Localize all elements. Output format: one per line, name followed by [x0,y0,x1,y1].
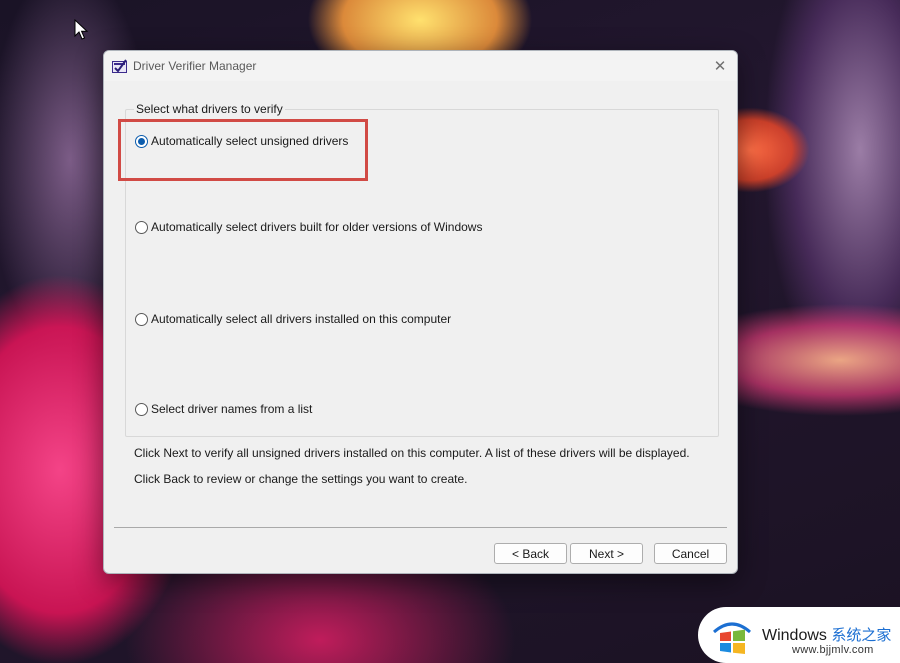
option-all-drivers[interactable]: Automatically select all drivers install… [135,312,451,326]
windows-logo-icon [713,622,751,654]
group-legend: Select what drivers to verify [134,102,285,116]
mouse-cursor-icon [74,19,89,40]
divider [114,527,727,528]
title-bar[interactable]: Driver Verifier Manager ✕ [104,51,737,81]
option-select-from-list[interactable]: Select driver names from a list [135,402,312,416]
option-label: Select driver names from a list [151,402,313,416]
driver-verifier-app-icon [112,59,127,73]
back-button[interactable]: < Back [494,543,567,564]
watermark-brand-cn: 系统之家 [831,627,892,644]
cancel-button[interactable]: Cancel [654,543,727,564]
close-icon: ✕ [713,58,727,75]
close-button[interactable]: ✕ [703,51,737,81]
info-text-next: Click Next to verify all unsigned driver… [134,446,690,460]
watermark-brand: Windows [762,627,827,644]
driver-verifier-dialog: Driver Verifier Manager ✕ Select what dr… [103,50,738,574]
next-button[interactable]: Next > [570,543,643,564]
watermark-title: Windows 系统之家 [762,624,891,645]
window-title: Driver Verifier Manager [133,59,257,73]
option-label: Automatically select all drivers install… [151,312,452,326]
radio-button[interactable] [135,220,148,234]
annotation-highlight-box [118,119,368,181]
watermark: Windows 系统之家 www.bjjmlv.com [698,607,900,663]
option-label: Automatically select drivers built for o… [151,220,483,234]
option-older-windows-drivers[interactable]: Automatically select drivers built for o… [135,220,482,234]
radio-button[interactable] [135,312,148,326]
info-text-back: Click Back to review or change the setti… [134,472,468,486]
watermark-url: www.bjjmlv.com [792,644,874,656]
radio-button[interactable] [135,402,148,416]
